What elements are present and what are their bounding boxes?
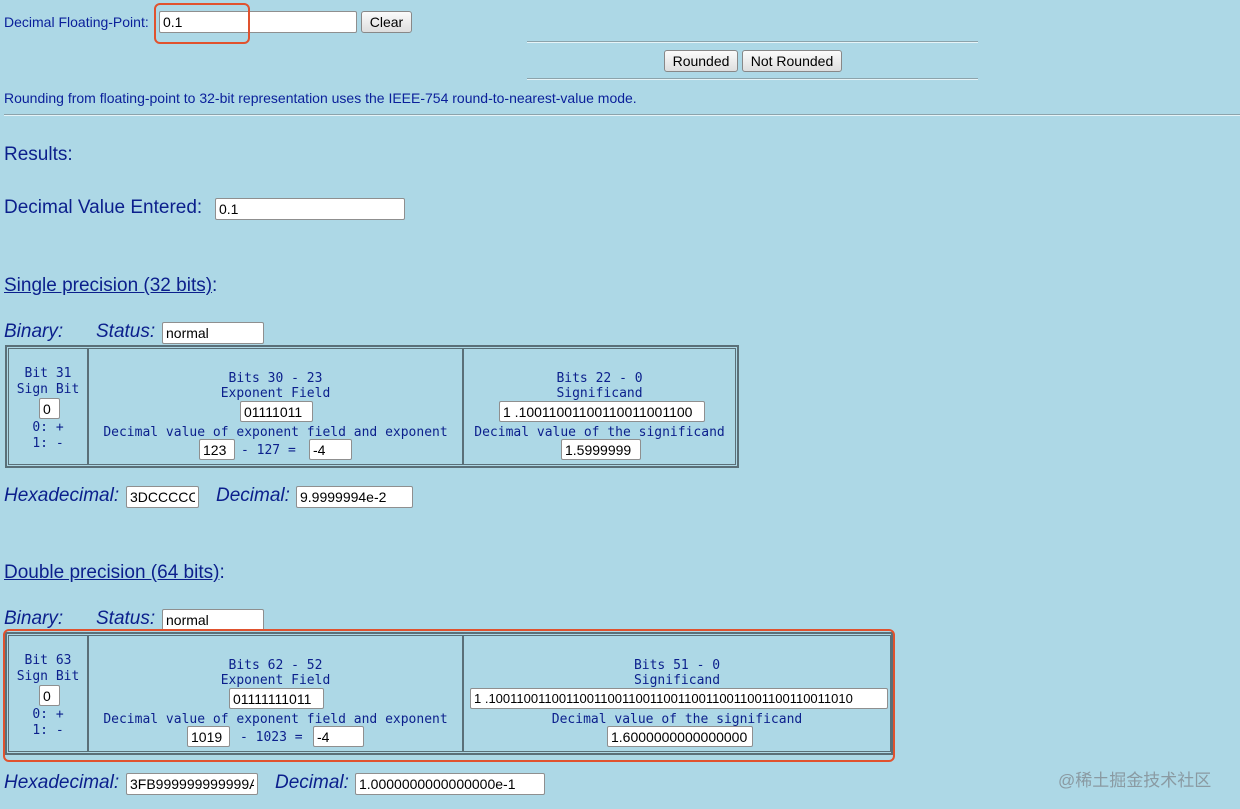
single-sign-l3: 0: + <box>32 420 64 435</box>
double-exponent-op: - 1023 = <box>240 730 303 745</box>
double-status-field[interactable] <box>162 609 264 631</box>
clear-button[interactable]: Clear <box>361 11 412 33</box>
single-sign-cell: Bit 31 Sign Bit 0: + 1: - <box>8 348 88 465</box>
single-hex-field[interactable] <box>126 486 199 508</box>
single-binary-label: Binary: <box>4 321 64 342</box>
rounding-note: Rounding from floating-point to 32-bit r… <box>4 90 637 106</box>
single-significand-cell: Bits 22 - 0 Significand Decimal value of… <box>463 348 736 465</box>
double-sign-cell: Bit 63 Sign Bit 0: + 1: - <box>8 635 88 752</box>
double-precision-heading: Double precision (64 bits): <box>4 562 225 583</box>
single-precision-link[interactable]: Single precision (32 bits) <box>4 275 212 296</box>
single-decimal-label: Decimal: <box>216 485 290 506</box>
double-sign-l3: 0: + <box>32 707 64 722</box>
single-significand-field[interactable] <box>499 401 705 422</box>
single-sig-l2: Significand <box>556 386 643 401</box>
rounded-button[interactable]: Rounded <box>664 50 738 72</box>
decimal-input-label: Decimal Floating-Point: <box>4 14 149 30</box>
double-sig-l2: Significand <box>633 673 721 688</box>
single-sig-l1: Bits 22 - 0 <box>556 371 643 386</box>
results-heading: Results: <box>4 144 73 165</box>
single-status-field[interactable] <box>162 322 264 344</box>
single-significand-decimal[interactable] <box>561 439 641 460</box>
single-sign-field[interactable] <box>39 398 60 419</box>
double-precision-link[interactable]: Double precision (64 bits) <box>4 562 219 583</box>
double-sign-l2: Sign Bit <box>16 669 80 684</box>
entered-value-field[interactable] <box>215 198 405 220</box>
single-precision-heading: Single precision (32 bits): <box>4 275 218 296</box>
single-exponent-value[interactable] <box>309 439 352 460</box>
double-bits-table: Bit 63 Sign Bit 0: + 1: - Bits 62 - 52 E… <box>5 632 893 755</box>
double-binary-label: Binary: <box>4 608 64 629</box>
double-decimal-field[interactable] <box>355 773 545 795</box>
double-status-label: Status: <box>96 608 156 629</box>
double-exponent-cell: Bits 62 - 52 Exponent Field Decimal valu… <box>88 635 463 752</box>
single-bits-table: Bit 31 Sign Bit 0: + 1: - Bits 30 - 23 E… <box>5 345 739 468</box>
single-exponent-decimal[interactable] <box>199 439 235 460</box>
single-sign-l1: Bit 31 <box>24 366 72 381</box>
single-exp-l1: Bits 30 - 23 <box>228 371 323 386</box>
double-exponent-value[interactable] <box>313 726 364 747</box>
double-significand-field[interactable] <box>470 688 888 709</box>
double-sig-l3: Decimal value of the significand <box>551 712 803 727</box>
single-exp-l2: Exponent Field <box>220 386 331 401</box>
double-hex-label: Hexadecimal: <box>4 772 120 793</box>
decimal-input[interactable] <box>159 11 357 33</box>
double-exponent-decimal[interactable] <box>187 726 230 747</box>
double-sign-field[interactable] <box>39 685 60 706</box>
divider <box>4 114 1240 116</box>
divider <box>527 78 978 80</box>
double-exp-l1: Bits 62 - 52 <box>228 658 323 673</box>
double-decimal-label: Decimal: <box>275 772 349 793</box>
double-sign-l4: 1: - <box>32 723 64 738</box>
not-rounded-button[interactable]: Not Rounded <box>742 50 842 72</box>
double-sig-l1: Bits 51 - 0 <box>633 658 721 673</box>
single-exp-l3: Decimal value of exponent field and expo… <box>103 425 448 440</box>
double-sign-l1: Bit 63 <box>24 653 72 668</box>
single-sign-l2: Sign Bit <box>16 382 80 397</box>
single-status-label: Status: <box>96 321 156 342</box>
double-significand-decimal[interactable] <box>607 726 753 747</box>
single-exponent-cell: Bits 30 - 23 Exponent Field Decimal valu… <box>88 348 463 465</box>
double-hex-field[interactable] <box>126 773 258 795</box>
single-decimal-field[interactable] <box>296 486 413 508</box>
entered-label: Decimal Value Entered: <box>4 197 203 218</box>
single-sign-l4: 1: - <box>32 436 64 451</box>
watermark: @稀土掘金技术社区 <box>1058 771 1212 790</box>
double-exp-l2: Exponent Field <box>220 673 331 688</box>
single-exponent-field[interactable] <box>240 401 313 422</box>
double-significand-cell: Bits 51 - 0 Significand Decimal value of… <box>463 635 891 752</box>
single-sig-l3: Decimal value of the significand <box>474 425 725 440</box>
double-exponent-field[interactable] <box>229 688 324 709</box>
double-exp-l3: Decimal value of exponent field and expo… <box>103 712 448 727</box>
divider <box>527 41 978 43</box>
single-exponent-op: - 127 = <box>241 443 296 458</box>
single-hex-label: Hexadecimal: <box>4 485 120 506</box>
